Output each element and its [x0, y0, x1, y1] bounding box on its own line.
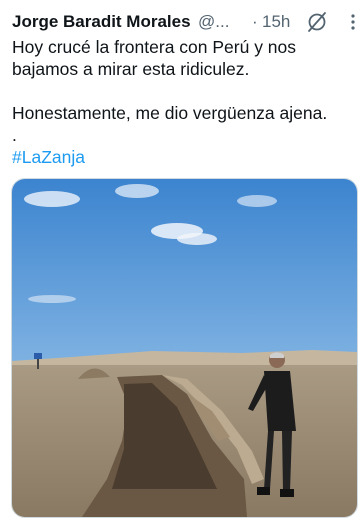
desert-trench-photo [12, 179, 357, 517]
more-options-icon[interactable] [343, 11, 363, 33]
hashtag-link[interactable]: #LaZanja [12, 147, 85, 167]
timestamp[interactable]: 15h [262, 12, 290, 32]
tweet-text-line: bajamos a mirar esta ridiculez. [12, 59, 250, 79]
grok-icon[interactable] [306, 11, 328, 33]
author-name[interactable]: Jorge Baradit Morales [12, 12, 191, 32]
tweet-text-line: . [12, 125, 17, 145]
separator-dot: · [252, 12, 258, 31]
tweet-photo[interactable] [11, 178, 358, 518]
author-handle[interactable]: @... [198, 12, 229, 32]
tweet-header: Jorge Baradit Morales @... · 15h [12, 8, 355, 34]
tweet-text: Hoy crucé la frontera con Perú y nos baj… [12, 36, 352, 168]
tweet-card[interactable]: Jorge Baradit Morales @... · 15h Hoy cru… [0, 0, 363, 522]
tweet-text-line: Hoy crucé la frontera con Perú y nos [12, 37, 297, 57]
tweet-text-line: Honestamente, me dio vergüenza ajena. [12, 103, 328, 123]
